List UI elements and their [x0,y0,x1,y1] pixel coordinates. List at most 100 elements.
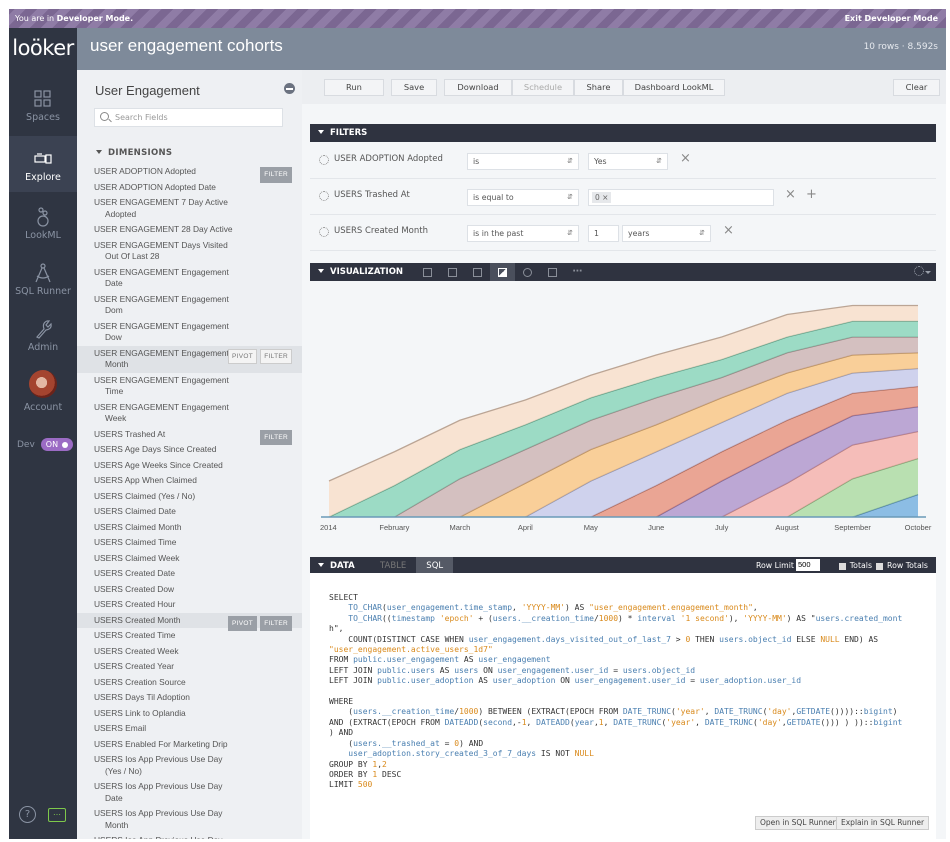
chat-icon[interactable]: … [48,807,66,822]
field-item[interactable]: USERS Link to Oplandia [77,706,302,722]
remove-filter-icon[interactable]: × [680,151,691,166]
field-item[interactable]: USER ENGAGEMENT Engagement Dom [77,292,302,319]
field-item[interactable]: USERS Created Year [77,659,302,675]
field-item[interactable]: USERS Days Til Adoption [77,690,302,706]
field-item[interactable]: USERS Created Time [77,628,302,644]
field-item[interactable]: USERS Claimed (Yes / No) [77,489,302,505]
field-item[interactable]: USER ENGAGEMENT Engagement Week [77,400,302,427]
filter-operator-select[interactable]: is equal to ⇵ [467,189,579,206]
field-item[interactable]: USERS Claimed Week [77,551,302,567]
scatter-chart-icon[interactable] [440,263,465,281]
filters-header[interactable]: FILTERS [310,124,936,142]
collapse-panel-icon[interactable] [284,83,295,94]
remove-filter-icon[interactable]: × [785,187,796,202]
field-item[interactable]: USER ENGAGEMENT Engagement Month PIVOT FILT… [77,345,302,373]
toggle-knob [62,441,69,448]
area-chart-icon[interactable] [490,263,515,281]
single-value-icon[interactable] [540,263,565,281]
filter-value-select[interactable]: Yes ⇵ [588,153,668,170]
select-arrows-icon: ⇵ [699,229,705,237]
header-bar: loöker user engagement cohorts 10 rows ·… [9,28,946,70]
field-item[interactable]: USERS Created Hour [77,597,302,613]
exit-developer-mode-link[interactable]: Exit Developer Mode [845,9,938,28]
field-item[interactable]: USERS Email [77,721,302,737]
nav-account[interactable]: Account [9,368,77,416]
add-filter-value-icon[interactable]: + [806,187,817,202]
caret-down-icon [318,269,324,273]
visualization-settings-gear-icon[interactable] [914,266,924,276]
download-button[interactable]: Download [444,79,512,96]
search-fields-input[interactable]: Search Fields [94,108,283,127]
field-item[interactable]: USERS Created Week [77,644,302,660]
nav-spaces[interactable]: Spaces [9,80,77,128]
gear-icon[interactable] [319,155,329,165]
row-totals-checkbox[interactable] [876,562,884,570]
filter-operator-select[interactable]: is ⇵ [467,153,579,170]
help-icon[interactable]: ? [19,806,36,823]
run-button[interactable]: Run [324,79,384,96]
share-button[interactable]: Share [574,79,623,96]
remove-filter-icon[interactable]: × [723,223,734,238]
column-chart-icon[interactable] [415,263,440,281]
nav-explore[interactable]: Explore [9,136,77,192]
field-item[interactable]: USER ADOPTION Adopted FILTER [77,164,302,183]
visualization-header[interactable]: VISUALIZATION ⋯ [310,263,936,281]
field-item[interactable]: USERS Created Dow [77,582,302,598]
pivot-button[interactable]: PIVOT [227,348,257,364]
nav-lookml[interactable]: LookML [9,200,77,248]
field-label: USERS Days Til Adoption [94,692,190,702]
totals-checkbox[interactable] [838,562,846,570]
chevron-down-icon[interactable] [925,271,931,274]
field-item[interactable]: USERS Claimed Month [77,520,302,536]
field-item[interactable]: USER ADOPTION Adopted Date [77,180,302,196]
field-item[interactable]: USERS Ios App Previous Use Day (Yes / No) [77,752,302,779]
field-item[interactable]: USERS Ios App Previous Use Day [77,833,302,839]
field-item[interactable]: USER ENGAGEMENT 7 Day Active Adopted [77,195,302,222]
value-chip[interactable]: 0 × [592,192,612,203]
pie-chart-icon[interactable] [515,263,540,281]
field-item[interactable]: USERS Enabled For Marketing Drip [77,737,302,753]
gear-icon[interactable] [319,191,329,201]
field-label: USER ENGAGEMENT Engagement [94,320,229,331]
filter-button[interactable]: FILTER [260,348,292,364]
field-item[interactable]: USERS Age Weeks Since Created [77,458,302,474]
looker-logo[interactable]: loöker [9,28,77,70]
data-label[interactable]: DATA [330,561,355,571]
field-item[interactable]: USER ENGAGEMENT Engagement Date [77,265,302,292]
field-item[interactable]: USER ENGAGEMENT Days Visited Out Of Last … [77,238,302,265]
field-item[interactable]: USERS Created Month PIVOT FILTER [77,612,302,631]
filter-operator-select[interactable]: is in the past ⇵ [467,225,579,242]
filter-unit-select[interactable]: years ⇵ [622,225,711,242]
line-chart-icon[interactable] [465,263,490,281]
nav-admin[interactable]: Admin [9,312,77,360]
schedule-button[interactable]: Schedule [512,79,574,96]
field-item[interactable]: USERS App When Claimed [77,473,302,489]
field-item[interactable]: USER ENGAGEMENT 28 Day Active [77,222,302,238]
filter-number-input[interactable]: 1 [588,225,619,242]
save-button[interactable]: Save [391,79,437,96]
field-item[interactable]: USERS Ios App Previous Use Day Month [77,806,302,833]
field-item[interactable]: USERS Ios App Previous Use Day Date [77,779,302,806]
clear-button[interactable]: Clear [893,79,940,96]
caret-down-icon[interactable] [318,563,324,567]
more-options-icon[interactable]: ⋯ [565,263,590,281]
dev-mode-toggle[interactable]: ON [40,438,74,451]
field-item[interactable]: USER ENGAGEMENT Engagement Dow [77,319,302,346]
field-item[interactable]: USERS Created Date [77,566,302,582]
dashboard-lookml-button[interactable]: Dashboard LookML [623,79,725,96]
field-item[interactable]: USERS Claimed Time [77,535,302,551]
field-item[interactable]: USER ENGAGEMENT Engagement Time [77,373,302,400]
dimensions-header[interactable]: DIMENSIONS [96,148,172,158]
field-item[interactable]: USERS Creation Source [77,675,302,691]
nav-sql-runner[interactable]: SQL Runner [9,256,77,304]
field-item[interactable]: USERS Claimed Date [77,504,302,520]
filter-value-input[interactable]: 0 × [588,189,774,206]
field-label: USERS Created Month [94,614,181,625]
field-label: USER ENGAGEMENT 28 Day Active [94,224,233,234]
row-limit-input[interactable] [796,558,820,571]
open-in-sql-runner-button[interactable]: Open in SQL Runner [755,816,841,830]
explain-in-sql-runner-button[interactable]: Explain in SQL Runner [836,816,930,830]
field-item[interactable]: USERS Trashed At FILTER [77,427,302,445]
gear-icon[interactable] [319,227,329,237]
field-item[interactable]: USERS Age Days Since Created [77,442,302,458]
